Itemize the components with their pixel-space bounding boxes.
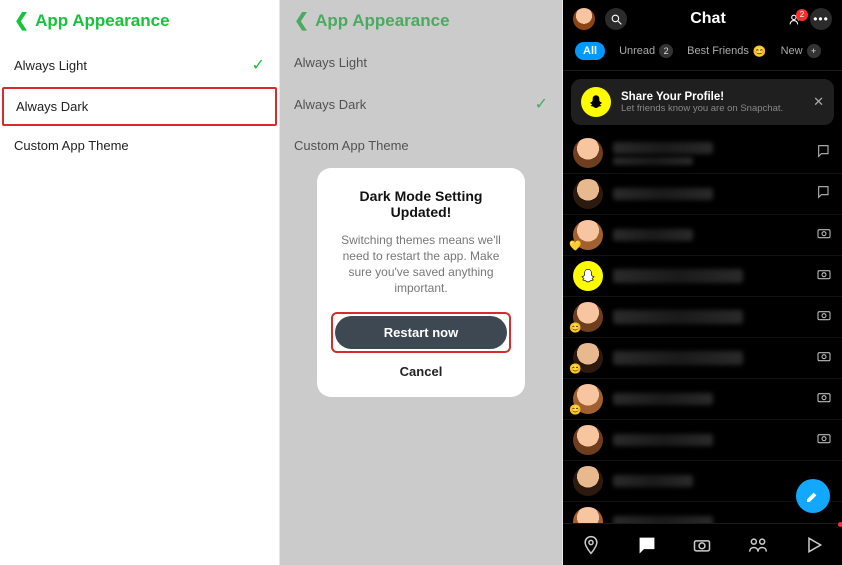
chat-header: Chat 2 ••• [563,0,842,36]
chat-row[interactable] [563,133,842,174]
restart-button[interactable]: Restart now [335,316,507,349]
camera-icon[interactable] [816,266,832,287]
nav-spotlight[interactable] [804,535,824,555]
chat-filter-tabs: All Unread 2 Best Friends 😊 New + [563,36,842,71]
tab-best-friends[interactable]: Best Friends 😊 [687,45,766,58]
camera-icon[interactable] [816,225,832,246]
nav-stories[interactable] [748,535,768,555]
restart-highlight: Restart now [331,312,511,353]
avatar[interactable] [573,466,603,496]
compose-icon [805,488,821,504]
avatar[interactable]: 😊 [573,302,603,332]
app-appearance-panel-1: ❮ App Appearance Always Light ✓ Always D… [0,0,280,565]
snapchat-ghost-avatar[interactable] [573,261,603,291]
tab-new[interactable]: New + [781,44,821,58]
share-text: Share Your Profile! Let friends know you… [621,91,783,114]
smile-emoji-icon: 😊 [569,323,581,334]
avatar[interactable]: 💛 [573,220,603,250]
chat-row[interactable]: 😊 [563,379,842,420]
option-custom-theme[interactable]: Custom App Theme [0,126,279,165]
chat-screen: Chat 2 ••• All Unread 2 Best Friends 😊 N… [563,0,842,565]
share-subtitle: Let friends know you are on Snapchat. [621,103,783,114]
check-icon: ✓ [252,55,265,75]
nav-map[interactable] [581,535,601,555]
chat-row[interactable]: 😊 [563,297,842,338]
more-icon: ••• [813,12,829,26]
avatar[interactable]: 😊 [573,384,603,414]
smile-emoji-icon: 😊 [569,405,581,416]
camera-icon[interactable] [816,307,832,328]
bottom-nav [563,523,842,565]
more-button[interactable]: ••• [810,8,832,30]
friend-request-badge: 2 [796,9,808,21]
avatar[interactable] [573,138,603,168]
avatar[interactable] [573,507,603,523]
unread-count-badge: 2 [659,44,673,58]
profile-avatar[interactable] [573,8,595,30]
option-always-light[interactable]: Always Light ✓ [0,43,279,87]
smile-emoji-icon: 😊 [569,364,581,375]
avatar[interactable] [573,179,603,209]
option-label: Always Light [14,58,87,73]
search-button[interactable] [605,8,627,30]
camera-icon[interactable] [816,430,832,451]
nav-camera[interactable] [692,535,712,555]
chat-list[interactable]: 💛 😊 😊 😊 [563,133,842,523]
plus-icon: + [807,44,821,58]
snapchat-ghost-icon [581,87,611,117]
avatar[interactable]: 😊 [573,343,603,373]
tab-unread[interactable]: Unread 2 [619,44,673,58]
option-label: Always Dark [16,99,88,114]
search-icon [610,13,623,26]
app-appearance-panel-2: ❮ App Appearance Always Light Always Dar… [280,0,563,565]
reply-icon[interactable] [816,143,832,164]
notification-dot-icon [838,522,842,527]
modal-body: Switching themes means we'll need to res… [331,232,511,297]
avatar[interactable] [573,425,603,455]
reply-icon[interactable] [816,184,832,205]
share-title: Share Your Profile! [621,91,783,103]
best-friends-emoji-icon: 😊 [753,45,767,58]
tab-all[interactable]: All [575,42,605,60]
chat-row[interactable]: 😊 [563,338,842,379]
chat-row[interactable] [563,174,842,215]
heart-emoji-icon: 💛 [569,241,581,252]
page-title: App Appearance [35,11,169,31]
nav-chat[interactable] [637,535,657,555]
settings-header: ❮ App Appearance [0,0,279,43]
chat-row[interactable]: 💛 [563,215,842,256]
restart-modal: Dark Mode Setting Updated! Switching the… [317,168,525,398]
back-chevron-icon[interactable]: ❮ [14,10,29,31]
chat-row[interactable] [563,256,842,297]
share-profile-card[interactable]: Share Your Profile! Let friends know you… [571,79,834,125]
modal-overlay: Dark Mode Setting Updated! Switching the… [280,0,562,565]
option-label: Custom App Theme [14,138,129,153]
camera-icon[interactable] [816,389,832,410]
close-icon[interactable]: ✕ [813,94,824,110]
cancel-button[interactable]: Cancel [400,364,443,379]
add-friend-button[interactable]: 2 [789,13,802,26]
chat-row[interactable] [563,420,842,461]
option-always-dark[interactable]: Always Dark [2,87,277,126]
chat-title: Chat [690,10,726,28]
camera-icon[interactable] [816,348,832,369]
new-chat-fab[interactable] [796,479,830,513]
modal-title: Dark Mode Setting Updated! [331,188,511,220]
